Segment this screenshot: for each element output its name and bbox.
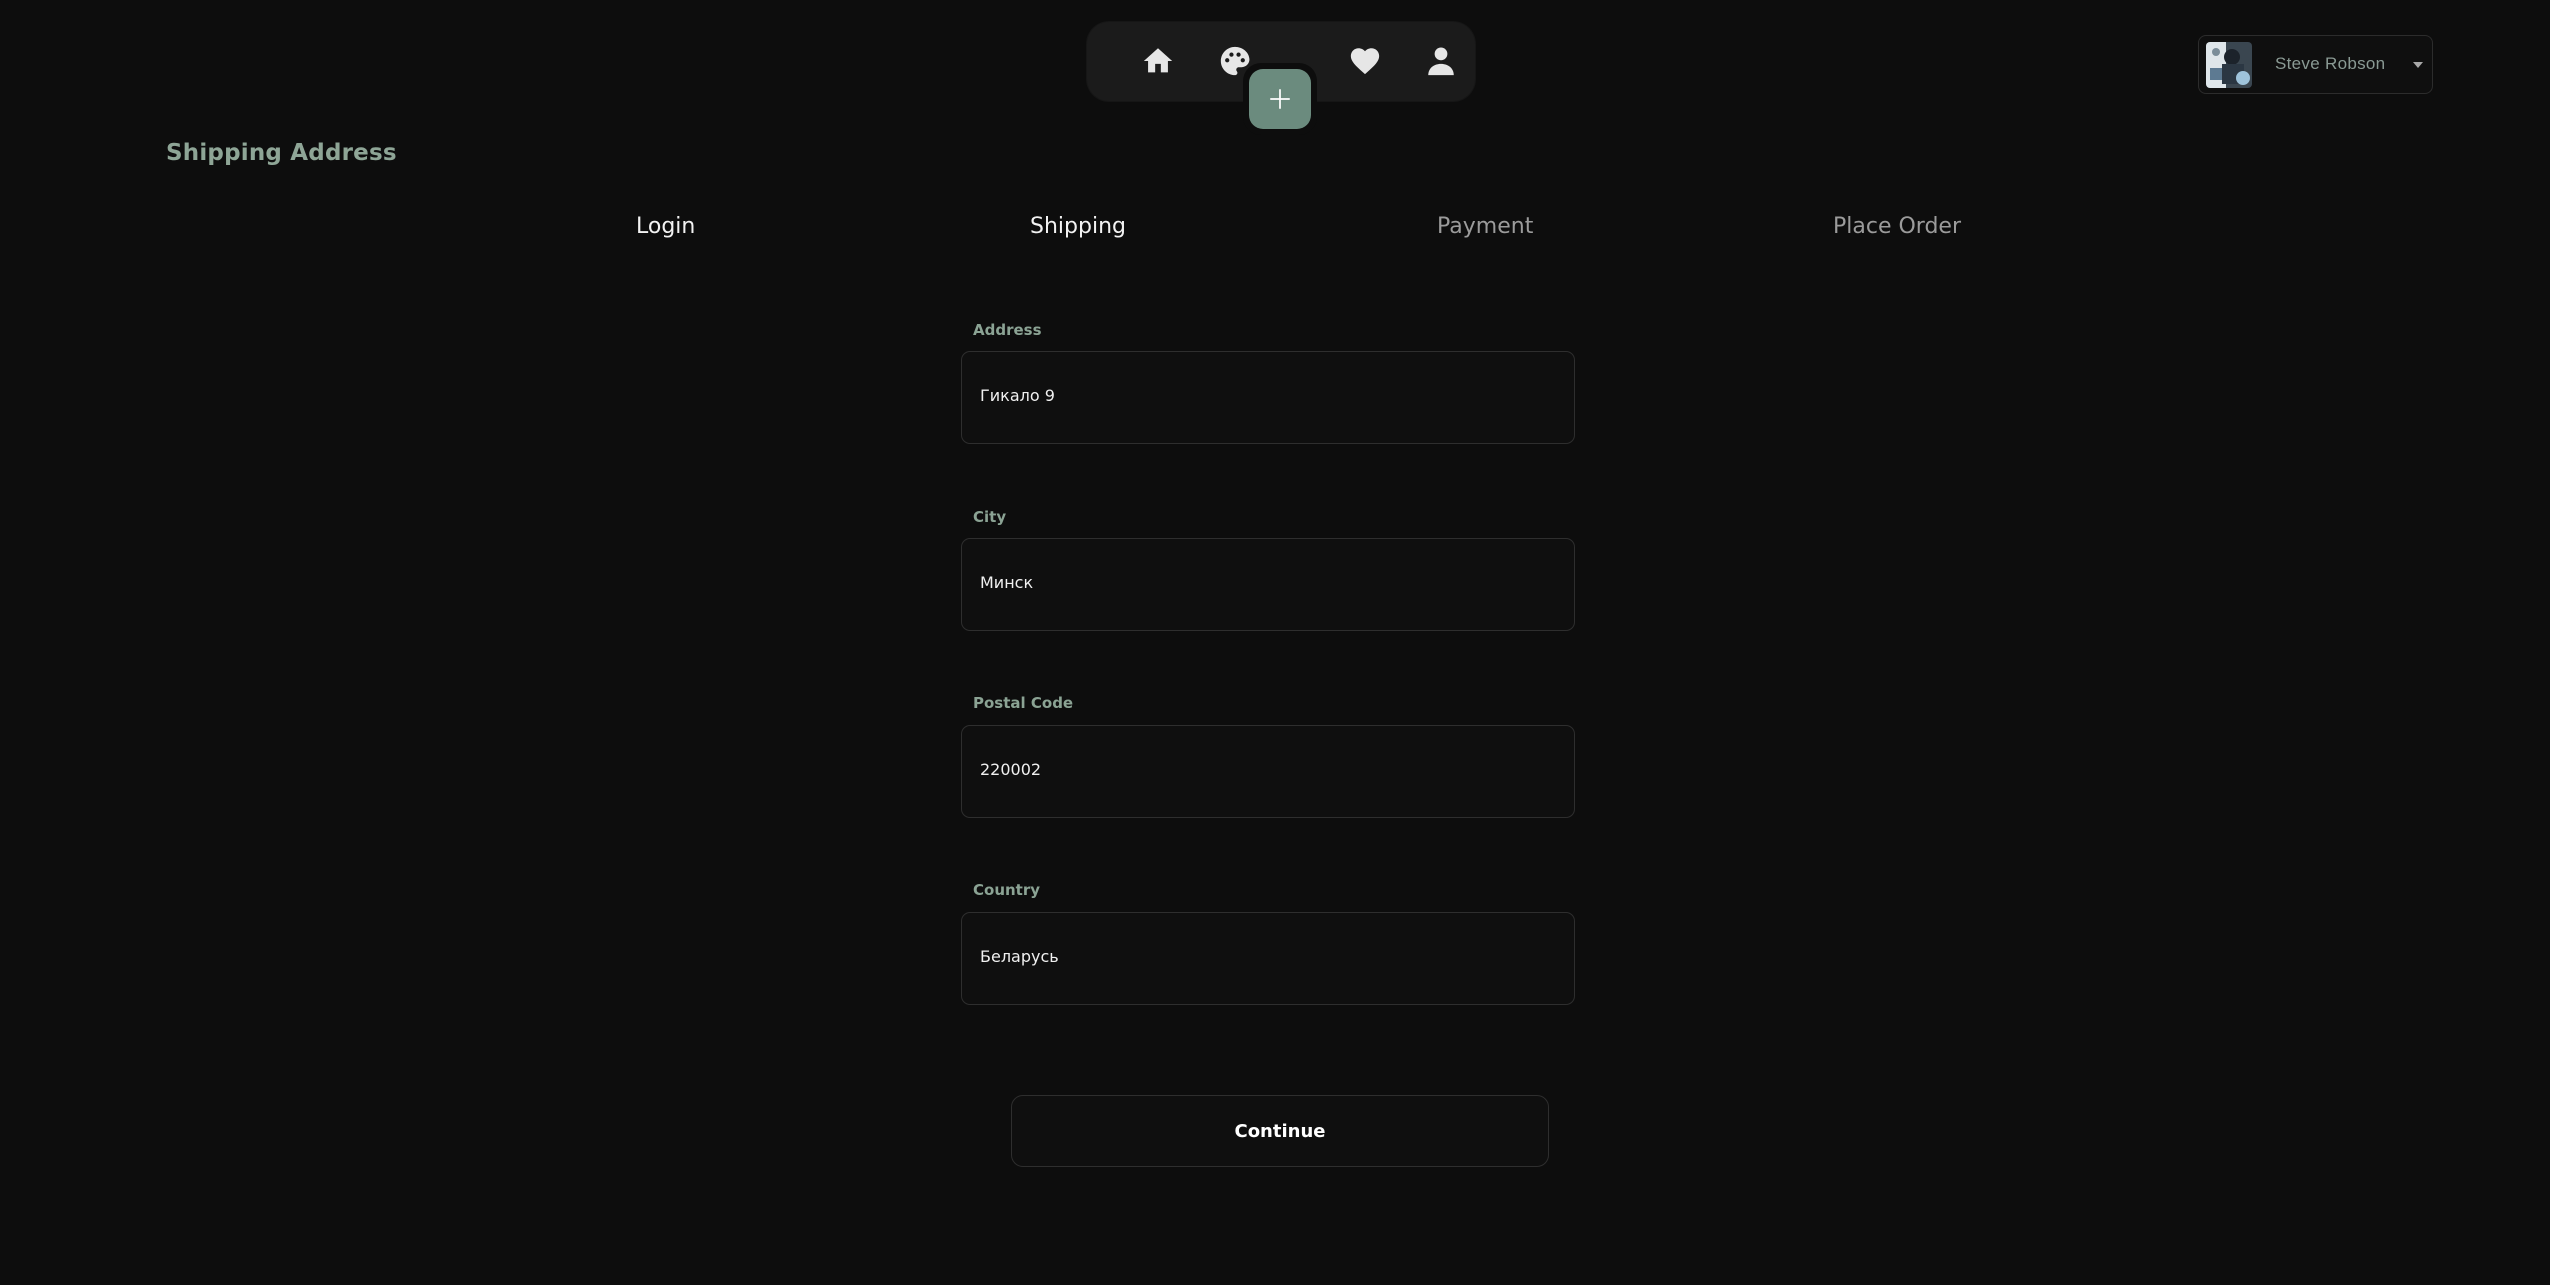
page-title: Shipping Address: [166, 140, 397, 166]
plus-icon: [1270, 89, 1290, 109]
step-payment: Payment: [1437, 214, 1534, 239]
country-field-box: [961, 912, 1575, 1005]
country-label: Country: [973, 881, 1041, 899]
country-field[interactable]: [980, 947, 1550, 966]
heart-icon[interactable]: [1345, 41, 1385, 81]
city-field[interactable]: [980, 573, 1550, 592]
step-shipping[interactable]: Shipping: [1030, 214, 1126, 239]
add-button[interactable]: [1249, 69, 1311, 129]
avatar: [2206, 42, 2252, 88]
home-icon[interactable]: [1138, 41, 1178, 81]
postal-code-field[interactable]: [980, 760, 1550, 779]
user-icon[interactable]: [1421, 41, 1461, 81]
address-label: Address: [973, 321, 1042, 339]
user-menu[interactable]: Steve Robson: [2198, 35, 2433, 94]
address-field-box: [961, 351, 1575, 444]
continue-button[interactable]: Continue: [1011, 1095, 1549, 1167]
shipping-page: Steve Robson Shipping Address Login Ship…: [0, 0, 2550, 1285]
step-place-order: Place Order: [1833, 214, 1962, 239]
postal-code-field-box: [961, 725, 1575, 818]
address-field[interactable]: [980, 386, 1550, 405]
add-button-wrapper: [1243, 63, 1317, 135]
postal-code-label: Postal Code: [973, 694, 1074, 712]
city-field-box: [961, 538, 1575, 631]
user-name: Steve Robson: [2275, 54, 2386, 73]
step-login[interactable]: Login: [636, 214, 695, 239]
chevron-down-icon: [2413, 62, 2423, 68]
city-label: City: [973, 508, 1007, 526]
